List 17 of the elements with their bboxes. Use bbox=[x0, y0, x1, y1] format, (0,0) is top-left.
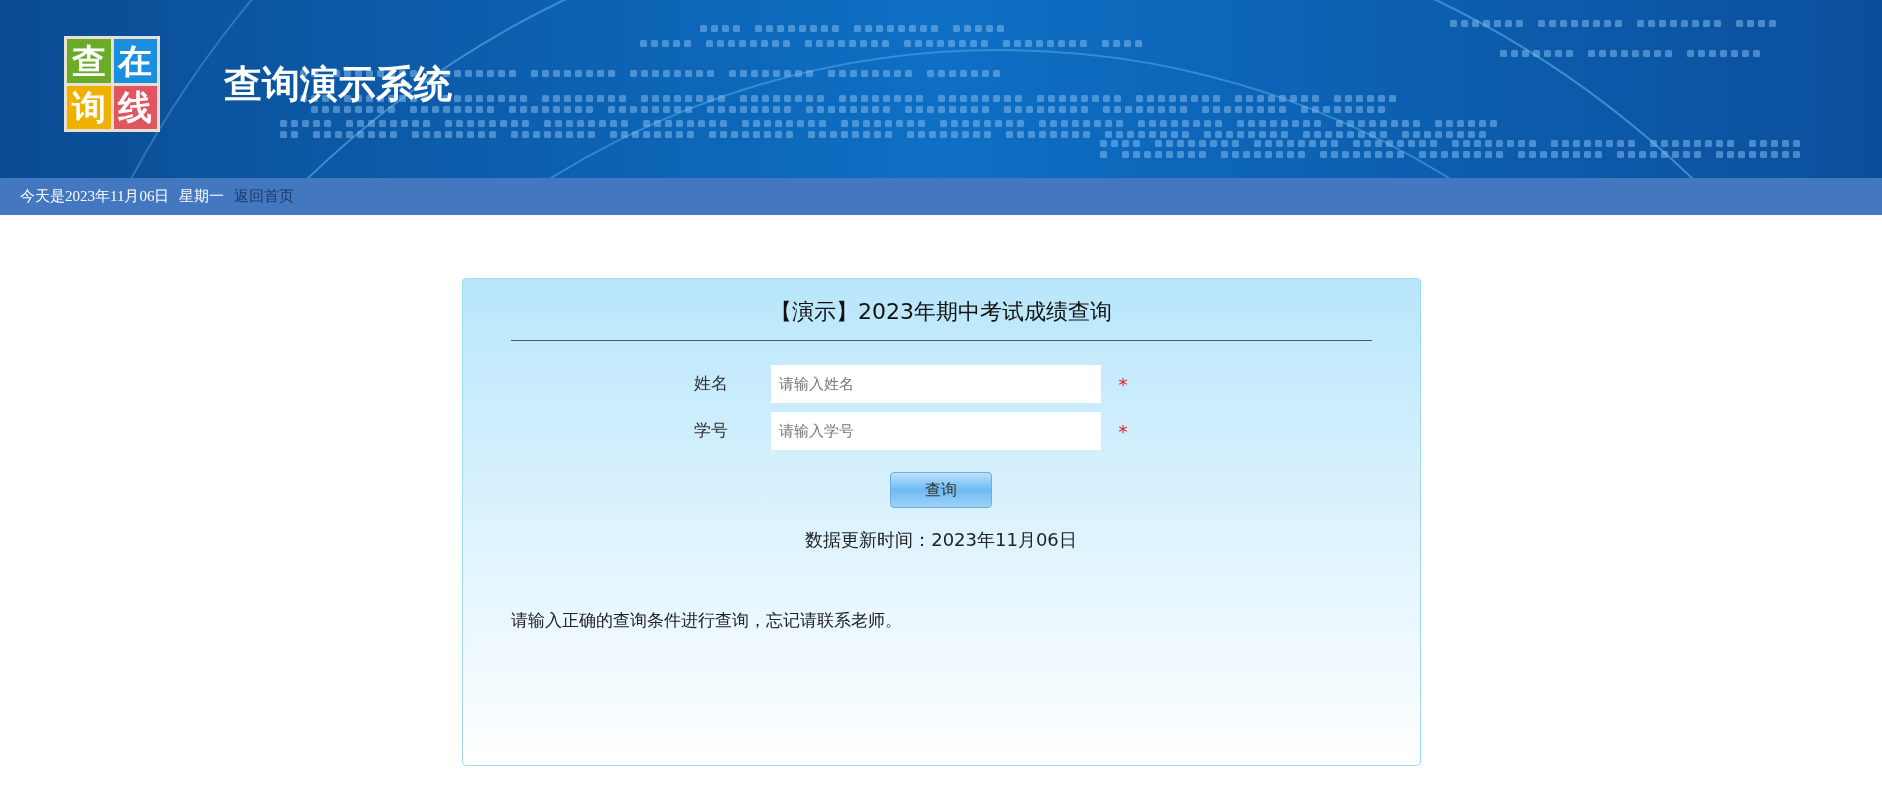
notice-text: 请输入正确的查询条件进行查询，忘记请联系老师。 bbox=[510, 609, 903, 632]
weekday-text: 星期一 bbox=[179, 187, 225, 207]
query-button[interactable]: 查询 bbox=[890, 472, 992, 508]
input-field[interactable]: 请输入学号 bbox=[770, 412, 1101, 450]
field-label: 学号 bbox=[693, 419, 729, 443]
logo-tile: 在 bbox=[113, 39, 157, 83]
logo-tile: 询 bbox=[67, 85, 111, 129]
field-label: 姓名 bbox=[693, 372, 729, 396]
date-text: 今天是2023年11月06日 bbox=[20, 187, 170, 207]
required-mark: * bbox=[1118, 372, 1128, 397]
site-title: 查询演示系统 bbox=[224, 60, 452, 108]
input-field[interactable]: 请输入姓名 bbox=[770, 365, 1101, 403]
logo-tile: 线 bbox=[113, 85, 157, 129]
card-title: 【演示】2023年期中考试成绩查询 bbox=[510, 295, 1372, 341]
logo-tile: 查 bbox=[67, 39, 111, 83]
update-time-text: 数据更新时间：2023年11月06日 bbox=[804, 528, 1078, 552]
required-mark: * bbox=[1118, 419, 1128, 444]
